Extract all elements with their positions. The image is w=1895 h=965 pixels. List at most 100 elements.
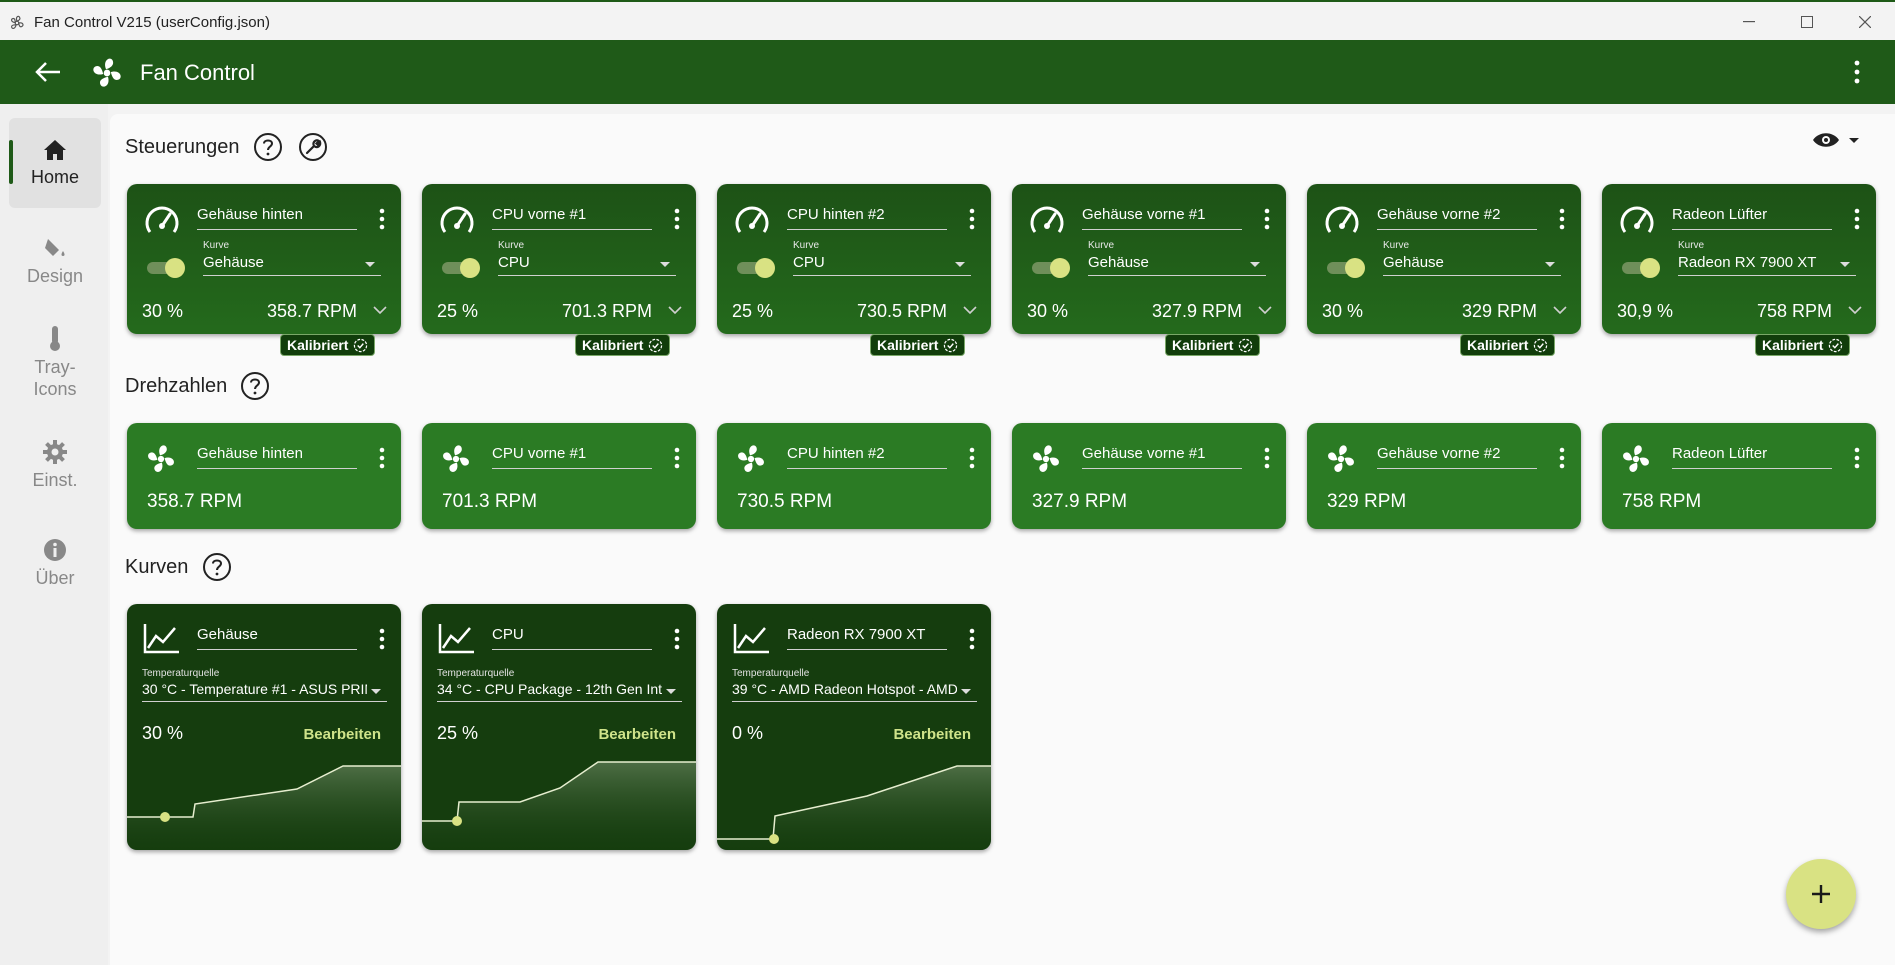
control-name-field[interactable]: CPU vorne #1: [492, 206, 652, 230]
temperature-source-label: Temperaturquelle: [142, 668, 220, 679]
enable-toggle[interactable]: [442, 258, 482, 278]
sidebar-item-tray-icons[interactable]: Tray- Icons: [9, 312, 101, 412]
check-circle-icon: [354, 338, 368, 352]
card-menu-icon[interactable]: [1559, 208, 1565, 230]
control-name-field[interactable]: Gehäuse vorne #2: [1377, 206, 1537, 230]
curve-select-value: CPU: [498, 254, 530, 271]
help-icon[interactable]: [202, 552, 232, 582]
speed-name-field[interactable]: Radeon Lüfter: [1672, 445, 1832, 469]
card-menu-icon[interactable]: [1854, 447, 1860, 469]
chevron-down-icon[interactable]: [1848, 305, 1862, 315]
curve-card: CPU Temperaturquelle 34 °C - CPU Package…: [422, 604, 696, 850]
close-button[interactable]: [1836, 6, 1894, 38]
calibrated-badge: Kalibriert: [1460, 334, 1556, 356]
curve-select-value: Gehäuse: [1088, 254, 1149, 271]
help-icon[interactable]: [253, 132, 283, 162]
card-menu-icon[interactable]: [379, 447, 385, 469]
maximize-button[interactable]: [1778, 6, 1836, 38]
temperature-source-select[interactable]: 30 °C - Temperature #1 - ASUS PRIME: [142, 681, 387, 702]
thermometer-icon: [50, 326, 60, 351]
edit-curve-button[interactable]: Bearbeiten: [893, 726, 971, 743]
sidebar-item-about[interactable]: Über: [9, 518, 101, 608]
curve-area: [717, 766, 991, 850]
temperature-source-label: Temperaturquelle: [732, 668, 810, 679]
card-menu-icon[interactable]: [1559, 447, 1565, 469]
home-icon: [44, 140, 66, 160]
edit-curve-button[interactable]: Bearbeiten: [598, 726, 676, 743]
card-menu-icon[interactable]: [1854, 208, 1860, 230]
curve-name-field[interactable]: Gehäuse: [197, 626, 357, 650]
enable-toggle[interactable]: [147, 258, 187, 278]
chevron-down-icon[interactable]: [1258, 305, 1272, 315]
speed-name-field[interactable]: Gehäuse vorne #1: [1082, 445, 1242, 469]
curve-select[interactable]: CPU: [793, 254, 971, 276]
control-name-field[interactable]: CPU hinten #2: [787, 206, 947, 230]
control-percent: 30 %: [142, 301, 184, 321]
sidebar-item-settings[interactable]: Einst.: [9, 420, 101, 510]
app-title: Fan Control: [140, 60, 255, 85]
enable-toggle[interactable]: [737, 258, 777, 278]
sidebar-item-home[interactable]: Home: [9, 118, 101, 208]
control-card: Gehäuse hinten Kurve Gehäuse 30 % 358.7 …: [127, 184, 401, 334]
curve-select[interactable]: Gehäuse: [203, 254, 381, 276]
curve-select[interactable]: CPU: [498, 254, 676, 276]
add-button[interactable]: [1786, 859, 1856, 929]
control-percent: 30,9 %: [1617, 301, 1674, 321]
curve-name-field[interactable]: Radeon RX 7900 XT: [787, 626, 947, 650]
chevron-down-icon[interactable]: [668, 305, 682, 315]
card-menu-icon[interactable]: [969, 628, 975, 650]
card-menu-icon[interactable]: [1264, 208, 1270, 230]
help-icon[interactable]: [240, 371, 270, 401]
dropdown-arrow-icon: [660, 262, 670, 267]
calibrated-badge: Kalibriert: [1165, 334, 1261, 356]
chevron-down-icon[interactable]: [373, 305, 387, 315]
speed-rpm: 358.7 RPM: [147, 491, 243, 512]
curve-select[interactable]: Radeon RX 7900 XT: [1678, 254, 1856, 276]
sidebar-item-label: Home: [30, 167, 79, 187]
control-name-field[interactable]: Gehäuse vorne #1: [1082, 206, 1242, 230]
dropdown-arrow-icon: [371, 689, 381, 694]
speed-name-field[interactable]: Gehäuse vorne #2: [1377, 445, 1537, 469]
control-name-field[interactable]: Gehäuse hinten: [197, 206, 357, 230]
speed-name-field[interactable]: CPU hinten #2: [787, 445, 947, 469]
card-menu-icon[interactable]: [1264, 447, 1270, 469]
card-menu-icon[interactable]: [969, 447, 975, 469]
curve-card: Radeon RX 7900 XT Temperaturquelle 39 °C…: [717, 604, 991, 850]
speedometer-icon: [1620, 206, 1654, 233]
back-arrow-icon[interactable]: [30, 58, 66, 86]
wrench-icon[interactable]: [298, 132, 328, 162]
card-menu-icon[interactable]: [674, 628, 680, 650]
card-menu-icon[interactable]: [379, 208, 385, 230]
chevron-down-icon[interactable]: [1553, 305, 1567, 315]
curve-percent: 30 %: [142, 723, 184, 743]
minimize-button[interactable]: [1720, 6, 1778, 38]
card-menu-icon[interactable]: [379, 628, 385, 650]
dropdown-arrow-icon: [1840, 262, 1850, 267]
card-menu-icon[interactable]: [969, 208, 975, 230]
fan-icon: [1328, 445, 1354, 472]
chevron-down-icon[interactable]: [963, 305, 977, 315]
curve-name-field[interactable]: CPU: [492, 626, 652, 650]
enable-toggle[interactable]: [1622, 258, 1662, 278]
app-bar: Fan Control: [0, 40, 1895, 104]
curve-select[interactable]: Gehäuse: [1383, 254, 1561, 276]
temperature-source-select[interactable]: 34 °C - CPU Package - 12th Gen Intel: [437, 681, 682, 702]
enable-toggle[interactable]: [1032, 258, 1072, 278]
curve-select[interactable]: Gehäuse: [1088, 254, 1266, 276]
more-menu-icon[interactable]: [1849, 58, 1865, 86]
dropdown-arrow-icon: [365, 262, 375, 267]
card-menu-icon[interactable]: [674, 208, 680, 230]
visibility-eye-icon[interactable]: [1811, 130, 1863, 152]
enable-toggle[interactable]: [1327, 258, 1367, 278]
speed-card: Gehäuse vorne #2 329 RPM: [1307, 423, 1581, 529]
edit-curve-button[interactable]: Bearbeiten: [303, 726, 381, 743]
window-title: Fan Control V215 (userConfig.json): [34, 14, 270, 31]
speed-name-field[interactable]: CPU vorne #1: [492, 445, 652, 469]
temperature-source-select[interactable]: 39 °C - AMD Radeon Hotspot - AMD: [732, 681, 977, 702]
speed-name-field[interactable]: Gehäuse hinten: [197, 445, 357, 469]
sidebar-item-design[interactable]: Design: [9, 216, 101, 306]
chart-line-icon: [733, 624, 769, 654]
control-name-field[interactable]: Radeon Lüfter: [1672, 206, 1832, 230]
card-menu-icon[interactable]: [674, 447, 680, 469]
speedometer-icon: [440, 206, 474, 233]
